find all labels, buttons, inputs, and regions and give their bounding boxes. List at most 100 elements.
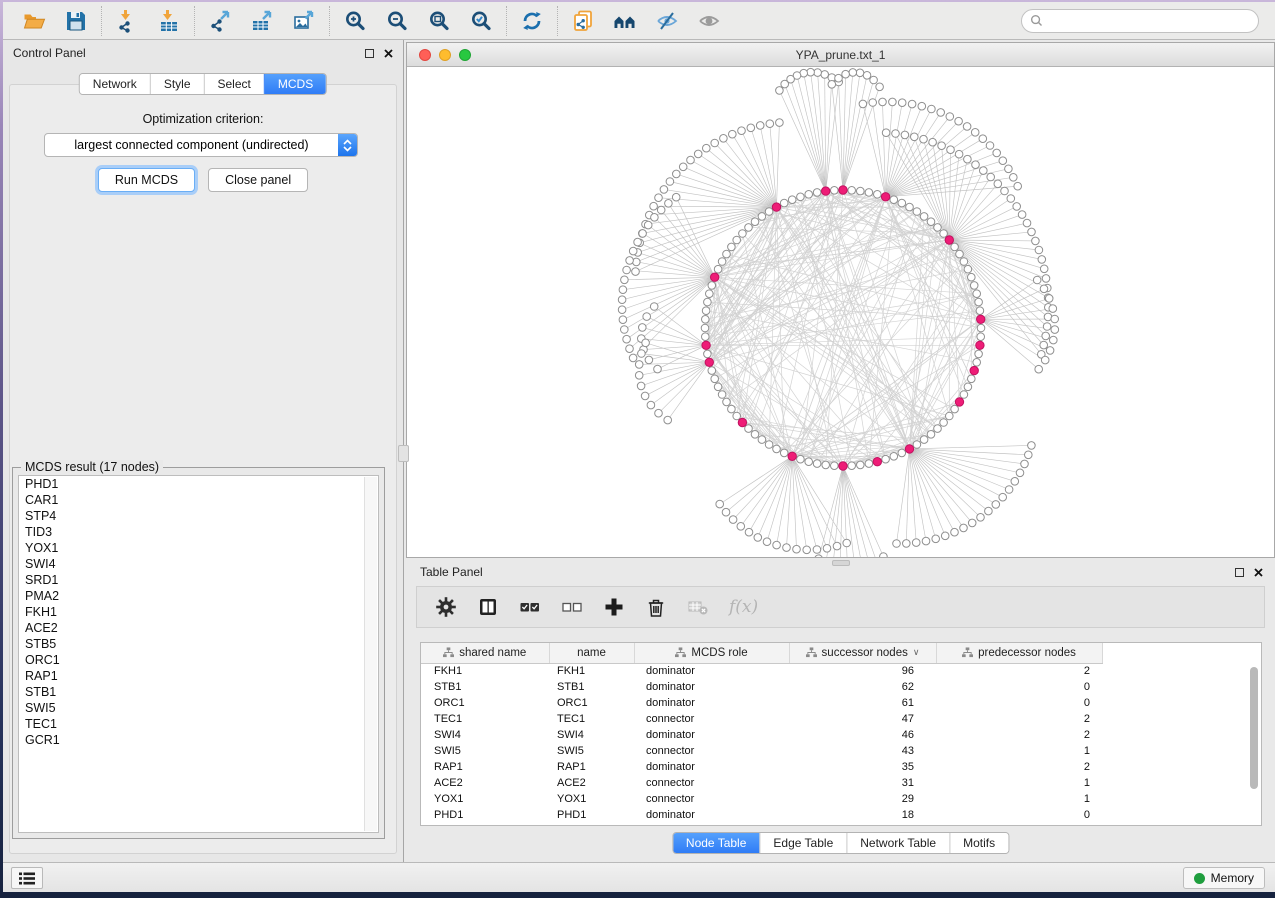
minimize-window-icon[interactable] <box>439 49 451 61</box>
copy-network-icon[interactable] <box>570 8 596 34</box>
tab-edge-table[interactable]: Edge Table <box>759 833 846 853</box>
maximize-window-icon[interactable] <box>459 49 471 61</box>
result-scrollbar[interactable] <box>364 477 377 831</box>
table-cell: 1 <box>936 791 1102 807</box>
zoom-in-icon[interactable] <box>342 8 368 34</box>
float-panel-icon[interactable] <box>365 49 374 58</box>
export-network-icon[interactable] <box>207 8 233 34</box>
table-cell: connector <box>634 775 789 791</box>
task-list-icon <box>19 872 35 885</box>
export-table-icon[interactable] <box>249 8 275 34</box>
table-row[interactable]: ACE2ACE2connector311 <box>421 775 1102 791</box>
result-item[interactable]: YOX1 <box>19 540 378 556</box>
result-item[interactable]: RAP1 <box>19 668 378 684</box>
table-cell: 1 <box>936 775 1102 791</box>
result-item[interactable]: STP4 <box>19 508 378 524</box>
memory-button[interactable]: Memory <box>1183 867 1265 889</box>
table-row[interactable]: FKH1FKH1dominator962 <box>421 663 1102 679</box>
table-cell: 0 <box>936 807 1102 823</box>
result-item[interactable]: CAR1 <box>19 492 378 508</box>
result-item[interactable]: GCR1 <box>19 732 378 748</box>
close-window-icon[interactable] <box>419 49 431 61</box>
result-item[interactable]: TID3 <box>19 524 378 540</box>
deselect-all-icon[interactable] <box>561 596 583 618</box>
import-table-icon[interactable] <box>156 8 182 34</box>
tab-mcds[interactable]: MCDS <box>264 74 326 94</box>
network-title: YPA_prune.txt_1 <box>796 48 886 62</box>
tab-select[interactable]: Select <box>204 74 264 94</box>
delete-table-icon <box>687 596 709 618</box>
network-graph[interactable] <box>407 67 1275 557</box>
node-table[interactable]: shared namenameMCDS rolesuccessor nodes∨… <box>420 642 1262 826</box>
table-cell: 96 <box>789 663 936 679</box>
open-folder-icon[interactable] <box>21 8 47 34</box>
table-cell: FKH1 <box>421 663 549 679</box>
close-panel-icon[interactable] <box>384 49 393 58</box>
result-item[interactable]: SRD1 <box>19 572 378 588</box>
table-cell: 2 <box>936 759 1102 775</box>
refresh-icon[interactable] <box>519 8 545 34</box>
result-item[interactable]: TEC1 <box>19 716 378 732</box>
network-canvas[interactable] <box>407 67 1274 557</box>
table-row[interactable]: RAP1RAP1dominator352 <box>421 759 1102 775</box>
new-column-icon[interactable] <box>603 596 625 618</box>
zoom-selected-icon[interactable] <box>468 8 494 34</box>
result-item[interactable]: ORC1 <box>19 652 378 668</box>
table-row[interactable]: ORC1ORC1dominator610 <box>421 695 1102 711</box>
table-cell: RAP1 <box>421 759 549 775</box>
table-row[interactable]: PHD1PHD1dominator180 <box>421 807 1102 823</box>
result-item[interactable]: STB5 <box>19 636 378 652</box>
gear-icon[interactable] <box>435 596 457 618</box>
criterion-value: largest connected component (undirected) <box>45 138 338 152</box>
table-row[interactable]: TEC1TEC1connector472 <box>421 711 1102 727</box>
column-header-predecessor-nodes[interactable]: predecessor nodes <box>936 643 1102 663</box>
close-table-panel-icon[interactable] <box>1254 568 1263 577</box>
table-cell: 46 <box>789 727 936 743</box>
search-icon <box>1030 14 1043 27</box>
column-header-successor-nodes[interactable]: successor nodes∨ <box>789 643 936 663</box>
tab-style[interactable]: Style <box>150 74 204 94</box>
criterion-dropdown[interactable]: largest connected component (undirected) <box>44 133 358 157</box>
show-columns-icon[interactable] <box>477 596 499 618</box>
export-image-icon[interactable] <box>291 8 317 34</box>
table-row[interactable]: SWI4SWI4dominator462 <box>421 727 1102 743</box>
tab-network-table[interactable]: Network Table <box>846 833 949 853</box>
delete-column-icon[interactable] <box>645 596 667 618</box>
close-panel-button[interactable]: Close panel <box>208 168 308 192</box>
result-item[interactable]: SWI4 <box>19 556 378 572</box>
run-mcds-button[interactable]: Run MCDS <box>98 168 195 192</box>
tab-motifs[interactable]: Motifs <box>949 833 1008 853</box>
mcds-result-list[interactable]: PHD1CAR1STP4TID3YOX1SWI4SRD1PMA2FKH1ACE2… <box>18 475 379 833</box>
column-header-MCDS-role[interactable]: MCDS role <box>634 643 789 663</box>
table-scrollbar-thumb[interactable] <box>1250 667 1258 789</box>
result-item[interactable]: PHD1 <box>19 476 378 492</box>
tab-node-table[interactable]: Node Table <box>673 833 760 853</box>
column-header-shared-name[interactable]: shared name <box>421 643 549 663</box>
table-cell: dominator <box>634 807 789 823</box>
select-all-icon[interactable] <box>519 596 541 618</box>
zoom-out-icon[interactable] <box>384 8 410 34</box>
zoom-fit-icon[interactable] <box>426 8 452 34</box>
table-row[interactable]: YOX1YOX1connector291 <box>421 791 1102 807</box>
import-network-icon[interactable] <box>114 8 140 34</box>
result-item[interactable]: SWI5 <box>19 700 378 716</box>
table-row[interactable]: SWI5SWI5connector431 <box>421 743 1102 759</box>
result-item[interactable]: PMA2 <box>19 588 378 604</box>
task-history-button[interactable] <box>11 867 43 889</box>
result-item[interactable]: STB1 <box>19 684 378 700</box>
show-all-icon[interactable] <box>696 8 722 34</box>
table-row[interactable]: STB1STB1dominator620 <box>421 679 1102 695</box>
hide-selected-icon[interactable] <box>654 8 680 34</box>
tab-network[interactable]: Network <box>80 74 150 94</box>
float-table-panel-icon[interactable] <box>1235 568 1244 577</box>
save-icon[interactable] <box>63 8 89 34</box>
table-cell: 1 <box>936 743 1102 759</box>
splitter-handle[interactable] <box>398 445 409 462</box>
result-item[interactable]: ACE2 <box>19 620 378 636</box>
column-header-name[interactable]: name <box>549 643 634 663</box>
search-input[interactable] <box>1049 14 1250 28</box>
search-field[interactable] <box>1021 9 1259 33</box>
first-neighbors-icon[interactable] <box>612 8 638 34</box>
network-titlebar[interactable]: YPA_prune.txt_1 <box>407 43 1274 67</box>
result-item[interactable]: FKH1 <box>19 604 378 620</box>
